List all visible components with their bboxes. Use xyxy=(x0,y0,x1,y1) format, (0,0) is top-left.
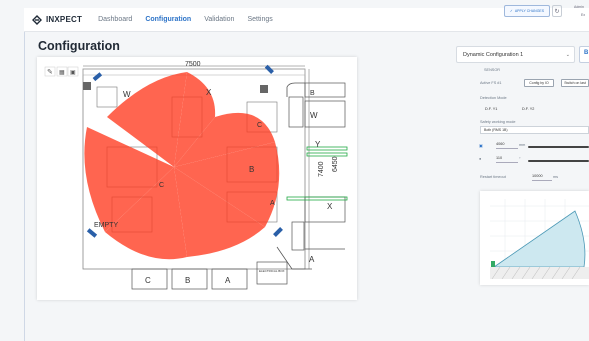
angle-slider[interactable] xyxy=(528,160,589,162)
sensor-heading: SENSOR xyxy=(484,68,501,72)
distance-icon: ▣ xyxy=(479,144,483,148)
label-x-top: X xyxy=(206,88,212,97)
detection-value-1[interactable]: D.F. Y1 xyxy=(485,107,497,111)
nav-configuration[interactable]: Configuration xyxy=(145,16,191,23)
restart-unit: ms xyxy=(553,175,559,179)
distance-unit: mm xyxy=(519,143,526,147)
detection-label: Detection Mode xyxy=(480,96,507,100)
dim-top-label: 7500 xyxy=(185,61,201,68)
label-c-mid: C xyxy=(257,122,262,129)
sensor-bottom-left[interactable] xyxy=(86,228,98,238)
label-a-bottom-right: A xyxy=(309,255,315,264)
dim-right-inner-label: 6450 xyxy=(332,156,339,172)
plan-toolbar: ✎ ▦ ▣ xyxy=(44,66,79,77)
label-a-right: A xyxy=(270,200,275,207)
dim-right-outer-label: 7400 xyxy=(318,161,325,177)
safety-label: Safety working mode xyxy=(480,120,516,124)
grid-icon: ▦ xyxy=(59,70,65,76)
distance-input[interactable]: 4060 xyxy=(496,142,518,149)
restart-input[interactable]: 10000 xyxy=(532,174,552,181)
brand-name: INXPECT xyxy=(46,15,83,24)
mode-label: Active FS #1 xyxy=(480,81,502,85)
label-a-bottom: A xyxy=(225,276,231,285)
apply-changes-button[interactable]: ✓ APPLY CHANGES xyxy=(504,5,550,17)
label-y-right: Y xyxy=(315,140,321,149)
conveyor-top xyxy=(286,82,305,97)
check-icon: ✓ xyxy=(509,9,513,13)
main-nav: Dashboard Configuration Validation Setti… xyxy=(98,16,273,23)
label-electrical-box: ELECTRICAL BOX xyxy=(259,269,285,273)
refresh-icon: ↻ xyxy=(554,8,560,15)
green-rail-3 xyxy=(286,196,348,201)
nav-dashboard[interactable]: Dashboard xyxy=(98,16,132,23)
sensor-preview-canvas xyxy=(490,199,589,280)
pencil-icon: ✎ xyxy=(47,69,53,76)
corner-block-right xyxy=(260,85,268,93)
right-box-x xyxy=(304,196,346,223)
configuration-select-value: Dynamic Configuration 1 xyxy=(463,51,524,58)
safety-select[interactable]: Both (RMS 1B) xyxy=(480,126,589,134)
label-w-right: W xyxy=(310,111,318,120)
floor-plan-card: 7500 W X B W C Y B C X A A EMPTY C B A E… xyxy=(37,57,357,300)
detection-value-2[interactable]: D.F. Y2 xyxy=(522,107,534,111)
refresh-button[interactable]: ↻ xyxy=(552,5,562,17)
sensor-bottom-right[interactable] xyxy=(273,227,283,237)
layers-icon: ▣ xyxy=(70,70,76,76)
label-empty: EMPTY xyxy=(94,222,118,229)
green-rail-1 xyxy=(306,146,348,151)
angle-unit: ° xyxy=(519,157,521,161)
corner-block-left xyxy=(83,82,91,90)
sensor-mount-icon xyxy=(491,261,495,267)
sensor-preview xyxy=(480,191,589,285)
pipe-right-upper xyxy=(288,96,304,128)
label-b-top: B xyxy=(310,90,315,97)
grill-right-lower xyxy=(291,221,305,251)
mode-button-config[interactable]: Config by IO xyxy=(524,79,554,87)
floor-plan-canvas[interactable]: 7500 W X B W C Y B C X A A EMPTY C B A E… xyxy=(37,57,357,300)
label-w-left: W xyxy=(123,90,131,99)
label-c-center: C xyxy=(159,182,164,189)
angle-icon: ● xyxy=(479,157,482,161)
page-title: Configuration xyxy=(38,39,120,53)
configuration-select[interactable]: Dynamic Configuration 1 ⌄ xyxy=(456,46,575,63)
nav-validation[interactable]: Validation xyxy=(204,16,234,23)
brand[interactable]: INXPECT xyxy=(32,14,83,25)
electrical-box xyxy=(256,261,288,285)
user-sub: Ex xyxy=(581,13,586,17)
label-x-right: X xyxy=(327,202,333,211)
mode-button-switch[interactable]: Switch on last xyxy=(561,79,589,87)
sensor-top-left[interactable] xyxy=(92,72,103,82)
label-b-center: B xyxy=(249,165,254,174)
chevron-down-icon: ⌄ xyxy=(565,51,570,58)
floor-strip xyxy=(490,267,589,279)
left-border xyxy=(24,8,25,341)
user-name[interactable]: Admin xyxy=(574,5,584,9)
machine-w xyxy=(96,86,118,108)
side-action-button[interactable]: B xyxy=(579,46,589,63)
label-c-bottom: C xyxy=(145,276,151,285)
nav-settings[interactable]: Settings xyxy=(247,16,272,23)
angle-input[interactable]: 110 xyxy=(496,156,518,163)
detection-field-shape xyxy=(492,210,586,268)
distance-slider[interactable] xyxy=(528,146,589,148)
apply-changes-label: APPLY CHANGES xyxy=(514,9,545,13)
green-rail-2 xyxy=(306,152,348,157)
label-b-bottom: B xyxy=(185,276,190,285)
restart-label: Restart timeout xyxy=(480,175,506,179)
inxpect-logo-icon xyxy=(32,14,42,25)
